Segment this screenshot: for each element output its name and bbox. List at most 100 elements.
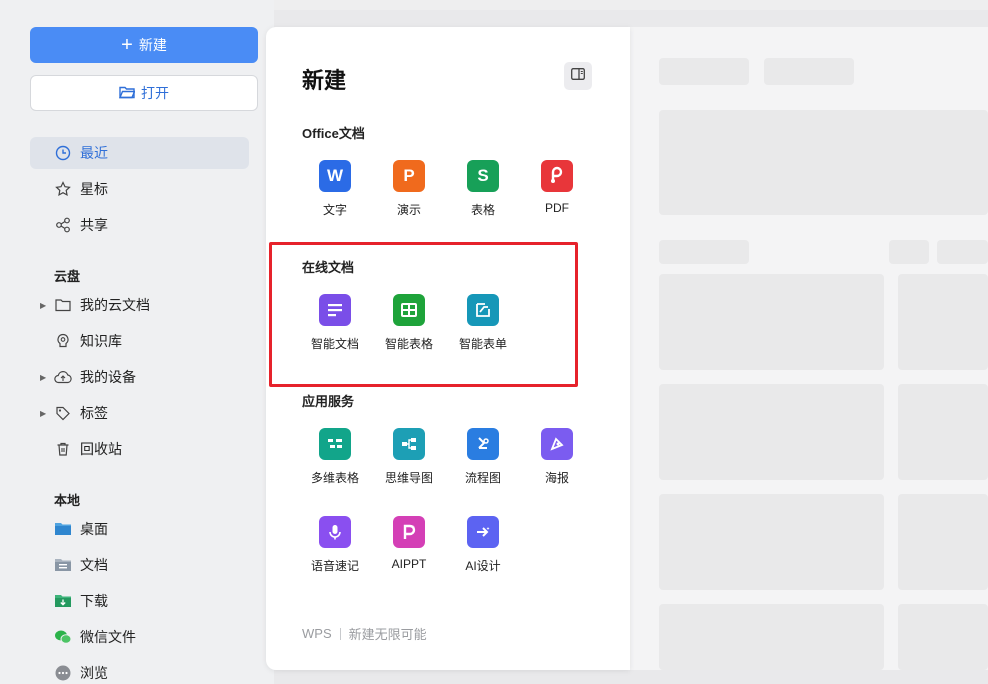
sidebar-item-label: 标签 [80, 405, 108, 421]
sidebar-item-trash[interactable]: 回收站 [30, 433, 249, 465]
sidebar-item-starred[interactable]: 星标 [30, 173, 249, 205]
sidebar-item-label: 知识库 [80, 333, 122, 349]
sidebar-item-label: 最近 [80, 145, 108, 161]
ai-design-icon [467, 516, 499, 548]
title-bar-strip [274, 0, 988, 10]
new-presentation-tile[interactable]: P 演示 [374, 160, 444, 224]
word-icon: W [319, 160, 351, 192]
flowchart-icon [467, 428, 499, 460]
cloud-device-icon [54, 368, 72, 386]
knowledge-icon [54, 332, 72, 350]
sidebar-item-downloads[interactable]: 下载 [30, 585, 249, 617]
sidebar-item-label: 浏览 [80, 665, 108, 681]
new-voice-note-tile[interactable]: 语音速记 [300, 516, 370, 580]
tile-label: 海报 [544, 471, 569, 485]
sidebar-item-browse[interactable]: 浏览 [30, 657, 249, 684]
new-mindmap-tile[interactable]: 思维导图 [374, 428, 444, 492]
download-folder-icon [54, 592, 72, 610]
skeleton-block [659, 604, 884, 670]
new-pdf-tile[interactable]: PDF [522, 160, 592, 224]
panel-toggle-button[interactable] [564, 62, 592, 90]
sidebar-item-label: 回收站 [80, 441, 122, 457]
sidebar-item-label: 星标 [80, 181, 108, 197]
sidebar-item-wechat-files[interactable]: 微信文件 [30, 621, 249, 653]
skeleton-block [659, 58, 749, 85]
tile-label: 流程图 [464, 471, 501, 485]
open-button[interactable]: 打开 [30, 75, 258, 111]
tile-label: AI设计 [465, 559, 501, 573]
sidebar-item-label: 我的设备 [80, 369, 136, 385]
panel-footer: WPS 新建无限可能 [302, 624, 427, 643]
skeleton-block [659, 274, 884, 370]
multi-table-icon [319, 428, 351, 460]
skeleton-block [659, 494, 884, 590]
footer-slogan: 新建无限可能 [348, 627, 427, 642]
skeleton-block [659, 110, 988, 215]
skeleton-block [659, 384, 884, 480]
sidebar-item-my-cloud-docs[interactable]: ▶ 我的云文档 [30, 289, 249, 321]
clock-icon [54, 144, 72, 162]
online-docs-highlight-box [269, 242, 578, 387]
new-ai-design-tile[interactable]: AI设计 [448, 516, 518, 580]
new-flowchart-tile[interactable]: 流程图 [448, 428, 518, 492]
new-button-label: 新建 [138, 37, 167, 53]
skeleton-block [889, 240, 929, 264]
documents-folder-icon [54, 556, 72, 574]
sidebar-item-label: 桌面 [80, 521, 108, 537]
wechat-icon [54, 628, 72, 646]
footer-brand: WPS [302, 626, 332, 641]
local-section-title: 本地 [54, 493, 81, 508]
expand-caret-icon[interactable]: ▶ [40, 301, 46, 310]
sidebar-item-shared[interactable]: 共享 [30, 209, 249, 241]
sidebar-item-label: 我的云文档 [80, 297, 150, 313]
expand-caret-icon[interactable]: ▶ [40, 373, 46, 382]
plus-icon: + [121, 34, 133, 56]
presentation-icon: P [393, 160, 425, 192]
tile-label: 多维表格 [310, 471, 359, 485]
microphone-icon [319, 516, 351, 548]
sidebar-item-tags[interactable]: ▶ 标签 [30, 397, 249, 429]
skeleton-block [937, 240, 988, 264]
sidebar-item-desktop[interactable]: 桌面 [30, 513, 249, 545]
desktop-folder-icon [54, 520, 72, 538]
new-multi-table-tile[interactable]: 多维表格 [300, 428, 370, 492]
tile-label: 文字 [322, 203, 347, 217]
sidebar-toggle-icon [571, 67, 585, 85]
skeleton-block [898, 274, 988, 370]
tag-icon [54, 404, 72, 422]
sidebar-item-label: 微信文件 [80, 629, 136, 645]
panel-title: 新建 [302, 68, 347, 93]
expand-caret-icon[interactable]: ▶ [40, 409, 46, 418]
new-spreadsheet-tile[interactable]: S 表格 [448, 160, 518, 224]
skeleton-block [764, 58, 854, 85]
new-word-tile[interactable]: W 文字 [300, 160, 370, 224]
sidebar-item-documents[interactable]: 文档 [30, 549, 249, 581]
browse-icon [54, 664, 72, 682]
spreadsheet-icon: S [467, 160, 499, 192]
tile-label: 演示 [396, 203, 421, 217]
trash-icon [54, 440, 72, 458]
new-aippt-tile[interactable]: AIPPT [374, 516, 444, 580]
open-folder-icon [118, 85, 136, 102]
sidebar-item-my-devices[interactable]: ▶ 我的设备 [30, 361, 249, 393]
sidebar-item-label: 下载 [80, 593, 108, 609]
open-button-label: 打开 [141, 85, 169, 101]
share-icon [54, 216, 72, 234]
footer-divider [339, 627, 341, 640]
sidebar-item-knowledge[interactable]: 知识库 [30, 325, 249, 357]
tile-label: 语音速记 [310, 559, 359, 573]
folder-icon [54, 296, 72, 314]
skeleton-block [898, 604, 988, 670]
skeleton-block [659, 240, 749, 264]
skeleton-block [898, 384, 988, 480]
sidebar-item-recent[interactable]: 最近 [30, 137, 249, 169]
tile-label: PDF [545, 201, 569, 215]
sidebar-item-label: 文档 [80, 557, 108, 573]
cloud-section-title: 云盘 [54, 269, 81, 284]
new-poster-tile[interactable]: 海报 [522, 428, 592, 492]
new-button[interactable]: + 新建 [30, 27, 258, 63]
aippt-icon [393, 516, 425, 548]
tile-label: 思维导图 [384, 471, 433, 485]
sidebar: + 新建 打开 最近 星标 共享 云盘 ▶ 我的云文档 知识库 ▶ 我的设备 ▶… [0, 0, 274, 684]
skeleton-block [898, 494, 988, 590]
